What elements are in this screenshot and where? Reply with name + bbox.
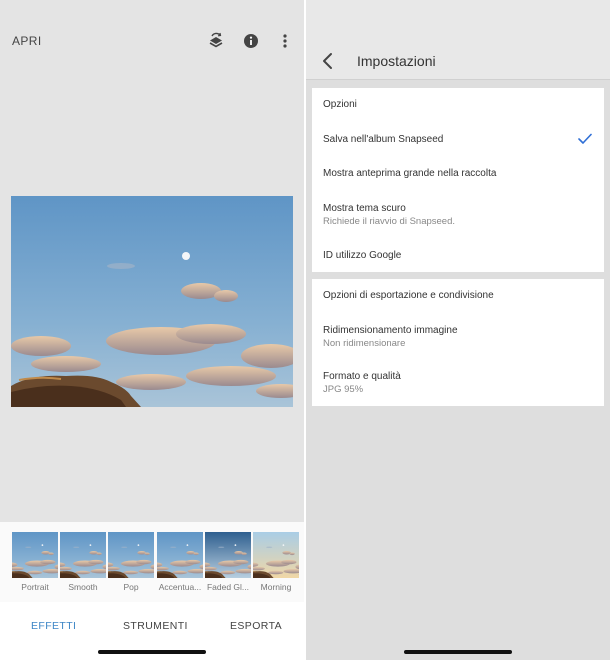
filter-label: Portrait (21, 582, 49, 592)
photo-canvas[interactable] (11, 196, 293, 407)
filter-thumb-accentuate[interactable] (157, 532, 203, 578)
options-card: Opzioni Salva nell'album Snapseed Mostra… (312, 88, 604, 272)
filter-thumb-portrait[interactable] (12, 532, 58, 578)
filter-thumb-faded-glow[interactable] (205, 532, 251, 578)
tab-effects[interactable]: EFFETTI (31, 620, 76, 632)
filter-thumb-morning[interactable] (253, 532, 299, 578)
page-title: Impostazioni (357, 53, 436, 69)
setting-dark-theme[interactable]: Mostra tema scuro Richiede il riavvio di… (323, 203, 592, 227)
home-indicator[interactable] (98, 650, 206, 654)
setting-google-usage-id[interactable]: ID utilizzo Google (323, 250, 592, 261)
filter-label: Accentua... (158, 582, 202, 592)
checkmark-icon (578, 132, 592, 144)
export-options-card: Opzioni di esportazione e condivisione R… (312, 279, 604, 406)
setting-sublabel: JPG 95% (323, 384, 364, 395)
settings-pane: Impostazioni Opzioni Salva nell'album Sn… (306, 0, 610, 660)
filter-label: Faded Gl... (206, 582, 250, 592)
setting-format-quality[interactable]: Formato e qualità JPG 95% (323, 371, 592, 395)
editor-top-bar: APRI (0, 0, 304, 80)
editor-pane: APRI Portrait Smooth Pop Accentua... Fad… (0, 0, 304, 660)
filter-filmstrip: Portrait Smooth Pop Accentua... Faded Gl… (0, 522, 304, 602)
layers-history-icon[interactable] (207, 32, 225, 50)
open-button[interactable]: APRI (12, 34, 42, 48)
setting-large-preview[interactable]: Mostra anteprima grande nella raccolta (323, 168, 592, 179)
setting-save-snapseed-album[interactable]: Salva nell'album Snapseed (323, 132, 592, 145)
setting-sublabel: Non ridimensionare (323, 338, 406, 349)
settings-header: Impostazioni (306, 0, 610, 80)
tab-tools[interactable]: STRUMENTI (123, 620, 188, 632)
section-title-options: Opzioni (323, 99, 357, 110)
filter-label: Smooth (68, 582, 98, 592)
filter-thumb-smooth[interactable] (60, 532, 106, 578)
setting-image-resize[interactable]: Ridimensionamento immagine Non ridimensi… (323, 325, 592, 349)
tab-export[interactable]: ESPORTA (230, 620, 282, 632)
more-vert-icon[interactable] (276, 32, 294, 50)
filter-label: Pop (123, 582, 139, 592)
section-title-export: Opzioni di esportazione e condivisione (323, 290, 494, 301)
filter-thumb-pop[interactable] (108, 532, 154, 578)
filter-label: Morning (260, 582, 292, 592)
setting-sublabel: Richiede il riavvio di Snapseed. (323, 216, 456, 227)
info-icon[interactable] (242, 32, 260, 50)
home-indicator[interactable] (404, 650, 512, 654)
back-arrow-icon[interactable] (320, 52, 336, 70)
